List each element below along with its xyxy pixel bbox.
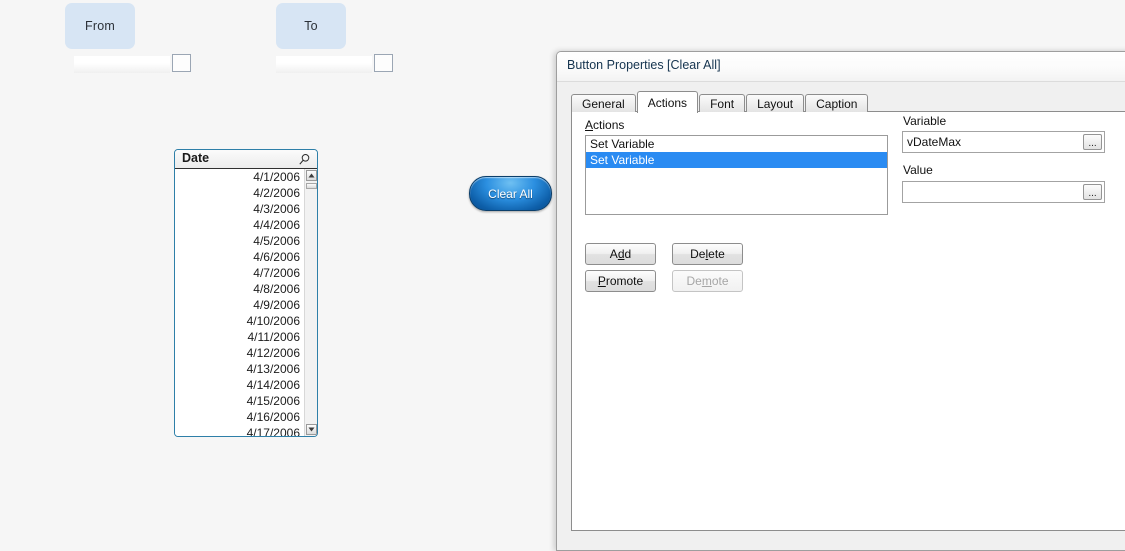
actions-listbox[interactable]: Set Variable Set Variable	[585, 135, 888, 215]
action-list-item[interactable]: Set Variable	[586, 152, 887, 168]
promote-action-button[interactable]: Promote	[585, 270, 656, 292]
date-list-item[interactable]: 4/8/2006	[175, 281, 304, 297]
date-list-item[interactable]: 4/11/2006	[175, 329, 304, 345]
from-date-input[interactable]	[74, 56, 170, 73]
variable-browse-button[interactable]: ...	[1083, 134, 1102, 150]
tab-actions[interactable]: Actions	[636, 91, 699, 113]
add-button-accesskey: d	[617, 247, 625, 261]
tab-layout[interactable]: Layout	[746, 94, 805, 112]
from-button-label: From	[85, 19, 115, 33]
date-list-item[interactable]: 4/6/2006	[175, 249, 304, 265]
magnifier-icon[interactable]	[298, 153, 311, 166]
date-list-item[interactable]: 4/15/2006	[175, 393, 304, 409]
tab-font[interactable]: Font	[699, 94, 746, 112]
add-button-label-pre: A	[609, 247, 618, 261]
clear-all-button-label: Clear All	[488, 186, 533, 201]
delete-button-label-post: ete	[708, 247, 725, 261]
date-list-item[interactable]: 4/17/2006	[175, 425, 304, 436]
clear-all-button[interactable]: Clear All	[469, 176, 552, 211]
from-calendar-icon[interactable]	[172, 54, 191, 72]
add-button-label-post: d	[624, 247, 632, 261]
scroll-up-icon[interactable]	[306, 170, 317, 181]
date-list-item[interactable]: 4/12/2006	[175, 345, 304, 361]
date-listbox-header: Date	[175, 150, 317, 169]
dialog-title: Button Properties [Clear All]	[567, 58, 721, 72]
promote-button-accesskey: P	[597, 274, 606, 288]
date-list-item[interactable]: 4/16/2006	[175, 409, 304, 425]
variable-browse-label: ...	[1088, 138, 1097, 149]
variable-label: Variable	[903, 114, 947, 128]
date-listbox[interactable]: Date 4/1/2006 4/2/2006 4/3/2006 4/4/2006 4/5…	[174, 149, 318, 437]
demote-button-accesskey: m	[701, 274, 712, 288]
from-date-picker-group: From	[65, 3, 194, 76]
delete-button-label-pre: De	[690, 247, 706, 261]
date-list-item[interactable]: 4/1/2006	[175, 169, 304, 185]
actions-list-label-post: ctions	[593, 118, 625, 132]
date-listbox-body: 4/1/2006 4/2/2006 4/3/2006 4/4/2006 4/5/2006…	[175, 169, 317, 436]
from-input-row	[74, 54, 194, 76]
date-list-item[interactable]: 4/9/2006	[175, 297, 304, 313]
actions-list-label: Actions	[585, 118, 624, 132]
dialog-tab-strip: General Actions Font Layout Caption	[571, 91, 869, 113]
delete-action-button[interactable]: De l ete	[672, 243, 743, 265]
to-calendar-icon[interactable]	[374, 54, 393, 72]
value-browse-button[interactable]: ...	[1083, 184, 1102, 200]
date-list-item[interactable]: 4/13/2006	[175, 361, 304, 377]
value-input[interactable]	[903, 182, 1081, 202]
date-list-item[interactable]: 4/7/2006	[175, 265, 304, 281]
from-button[interactable]: From	[65, 3, 135, 49]
add-action-button[interactable]: Add	[585, 243, 656, 265]
value-browse-label: ...	[1088, 188, 1097, 199]
tab-general[interactable]: General	[571, 94, 636, 112]
date-list-item[interactable]: 4/14/2006	[175, 377, 304, 393]
date-list-item[interactable]: 4/2/2006	[175, 185, 304, 201]
to-input-row	[276, 54, 396, 76]
action-list-item[interactable]: Set Variable	[586, 136, 887, 152]
actions-tab-panel: Actions Set Variable Set Variable Add De l…	[571, 111, 1125, 531]
value-field-wrap: ...	[902, 181, 1105, 203]
to-date-input[interactable]	[276, 56, 372, 73]
date-listbox-items: 4/1/2006 4/2/2006 4/3/2006 4/4/2006 4/5/2006…	[175, 169, 304, 436]
demote-button-label-post: ote	[711, 274, 729, 288]
dialog-titlebar[interactable]: Button Properties [Clear All]	[557, 52, 1125, 82]
date-listbox-title: Date	[182, 151, 210, 165]
to-button-label: To	[304, 19, 318, 33]
to-button[interactable]: To	[276, 3, 346, 49]
date-list-item[interactable]: 4/4/2006	[175, 217, 304, 233]
date-list-item[interactable]: 4/3/2006	[175, 201, 304, 217]
date-list-item[interactable]: 4/5/2006	[175, 233, 304, 249]
demote-button-label-pre: De	[686, 274, 702, 288]
variable-field-wrap: ...	[902, 131, 1105, 153]
application-canvas: From To Date 4/1/2006 4/2/2006 4/3/2006 …	[0, 0, 1125, 551]
dialog-body: General Actions Font Layout Caption Actions …	[557, 82, 1125, 550]
button-properties-dialog: Button Properties [Clear All] General Act…	[556, 51, 1125, 551]
date-listbox-scrollbar[interactable]	[304, 169, 317, 436]
to-date-picker-group: To	[276, 3, 396, 76]
variable-input[interactable]	[903, 132, 1081, 152]
scroll-down-icon[interactable]	[306, 424, 317, 435]
date-list-item[interactable]: 4/10/2006	[175, 313, 304, 329]
tab-caption[interactable]: Caption	[805, 94, 869, 112]
promote-button-label-post: romote	[605, 274, 644, 288]
scrollbar-thumb[interactable]	[306, 183, 317, 189]
demote-action-button: De m ote	[672, 270, 743, 292]
actions-list-label-accesskey: A	[585, 118, 594, 132]
value-label: Value	[903, 163, 933, 177]
